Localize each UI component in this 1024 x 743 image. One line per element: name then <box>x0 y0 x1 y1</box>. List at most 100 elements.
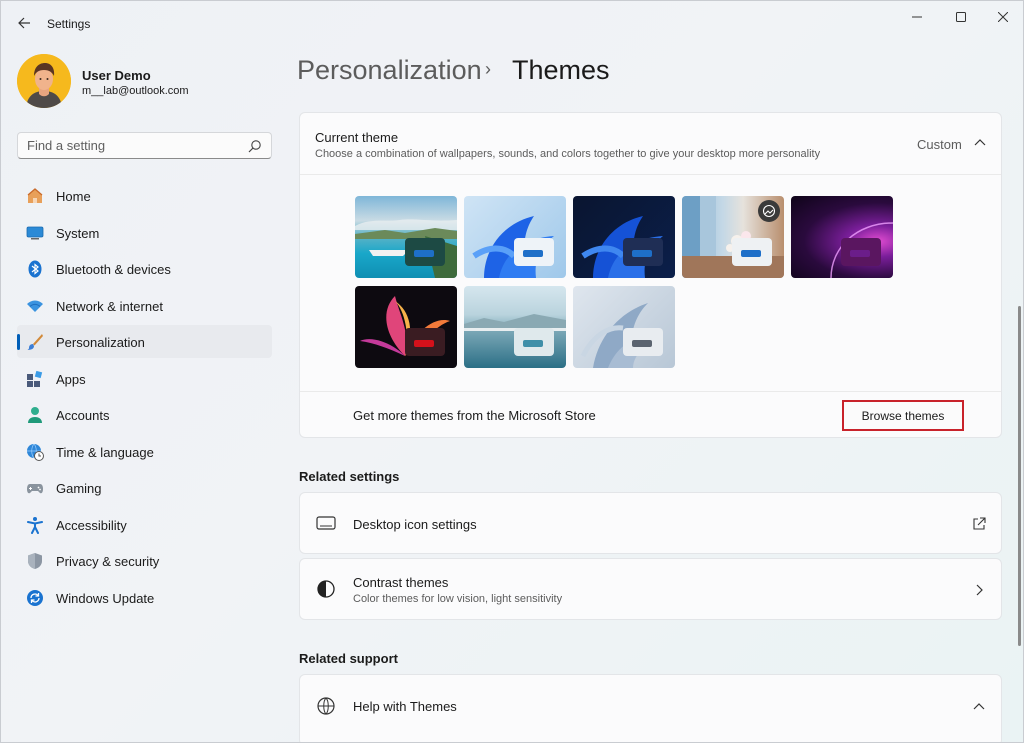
related-support-heading: Related support <box>299 651 398 666</box>
theme-thumbnail-windows-light[interactable] <box>464 196 566 278</box>
sidebar-item-accessibility[interactable]: Accessibility <box>17 508 272 541</box>
sidebar-item-label: Home <box>56 189 91 204</box>
maximize-button[interactable] <box>939 1 983 33</box>
sidebar-item-personalization[interactable]: Personalization <box>17 325 272 358</box>
theme-preview-window <box>514 328 554 356</box>
desktop-icon-settings-row[interactable]: Desktop icon settings <box>299 492 1002 554</box>
sidebar-item-label: Accounts <box>56 408 110 423</box>
theme-thumbnail-windows-dark[interactable] <box>573 196 675 278</box>
sidebar-item-bluetooth[interactable]: Bluetooth & devices <box>17 252 272 285</box>
current-theme-description: Choose a combination of wallpapers, soun… <box>315 148 821 160</box>
title-bar: Settings <box>1 1 1023 47</box>
theme-accent-bar <box>523 340 543 347</box>
theme-preview-window <box>405 328 445 356</box>
close-icon <box>998 12 1008 22</box>
breadcrumb-parent[interactable]: Personalization <box>297 55 482 86</box>
apps-icon <box>26 370 44 388</box>
sidebar-item-label: Gaming <box>56 481 102 496</box>
row-title: Contrast themes <box>353 575 449 590</box>
sidebar-item-label: Personalization <box>56 335 145 350</box>
globe-icon <box>317 697 335 715</box>
back-arrow-icon <box>18 17 30 29</box>
sidebar-item-network[interactable]: Network & internet <box>17 289 272 322</box>
sidebar-item-time-language[interactable]: Time & language <box>17 435 272 468</box>
contrast-icon <box>317 580 335 598</box>
chevron-up-icon[interactable] <box>972 700 986 714</box>
sidebar-item-label: Bluetooth & devices <box>56 262 171 277</box>
settings-window: Settings User Demo m__lab@outlook.com Fi… <box>0 0 1024 743</box>
theme-accent-bar <box>632 250 652 257</box>
breadcrumb-separator: › <box>485 59 491 79</box>
row-title: Help with Themes <box>353 699 457 714</box>
sidebar-item-home[interactable]: Home <box>17 179 272 212</box>
theme-preview-window <box>623 238 663 266</box>
open-external-icon <box>973 517 986 530</box>
chevron-up-icon[interactable] <box>974 137 986 149</box>
maximize-icon <box>956 12 966 22</box>
sidebar-item-gaming[interactable]: Gaming <box>17 471 272 504</box>
sidebar-item-label: Apps <box>56 371 86 387</box>
current-theme-card: Current theme Choose a combination of wa… <box>299 112 1002 438</box>
bluetooth-icon <box>26 260 44 278</box>
theme-accent-bar <box>741 250 761 257</box>
help-with-themes-row[interactable]: Help with Themes <box>299 674 1002 742</box>
scrollbar[interactable] <box>1018 306 1021 646</box>
brush-icon <box>26 333 44 351</box>
user-email: m__lab@outlook.com <box>82 85 189 97</box>
system-icon <box>26 224 44 242</box>
desktop-icon <box>316 516 336 530</box>
current-theme-header[interactable]: Current theme Choose a combination of wa… <box>300 113 1001 175</box>
row-subtitle: Color themes for low vision, light sensi… <box>353 593 563 605</box>
sidebar-item-apps[interactable]: Apps <box>17 362 272 395</box>
chevron-right-icon <box>976 584 983 596</box>
back-button[interactable] <box>13 11 35 35</box>
page-title: Themes <box>512 55 610 85</box>
theme-preview-window <box>732 238 772 266</box>
related-settings-heading: Related settings <box>299 469 400 484</box>
avatar[interactable] <box>17 54 71 108</box>
app-title: Settings <box>47 17 91 31</box>
store-row: Get more themes from the Microsoft Store… <box>300 391 1001 438</box>
sidebar-item-accounts[interactable]: Accounts <box>17 398 272 431</box>
theme-thumbnail-purple-glow[interactable] <box>791 196 893 278</box>
sidebar-item-label: Time & language <box>56 444 154 460</box>
theme-thumbnail-captured-motion[interactable] <box>573 286 675 368</box>
search-input[interactable] <box>18 133 238 158</box>
sidebar-item-privacy-security[interactable]: Privacy & security <box>17 544 272 577</box>
theme-preview-window <box>623 328 663 356</box>
theme-accent-bar <box>414 340 434 347</box>
sidebar-item-label: Windows Update <box>56 590 155 606</box>
clock-globe-icon <box>26 443 44 461</box>
shield-icon <box>26 552 44 570</box>
gamepad-icon <box>26 479 44 497</box>
theme-thumbnail-coastal[interactable] <box>355 196 457 278</box>
close-button[interactable] <box>981 1 1023 33</box>
theme-preview-window <box>405 238 445 266</box>
account-icon <box>26 406 44 424</box>
contrast-themes-row[interactable]: Contrast themes Color themes for low vis… <box>299 558 1002 620</box>
sidebar-nav: Home System Bluetooth & devices Network … <box>17 179 272 617</box>
home-icon <box>26 187 44 205</box>
browse-themes-button[interactable]: Browse themes <box>842 400 964 431</box>
row-title: Desktop icon settings <box>353 517 477 532</box>
sidebar-item-windows-update[interactable]: Windows Update <box>17 581 272 614</box>
sidebar-item-system[interactable]: System <box>17 216 272 249</box>
minimize-button[interactable] <box>895 1 939 33</box>
store-text: Get more themes from the Microsoft Store <box>353 408 596 423</box>
search-icon[interactable] <box>248 139 262 153</box>
current-theme-title: Current theme <box>315 130 399 145</box>
theme-thumbnail-lake[interactable] <box>464 286 566 368</box>
theme-thumbnail-spring-blossom[interactable] <box>682 196 784 278</box>
theme-preview-window <box>514 238 554 266</box>
sidebar-item-label: Accessibility <box>56 517 127 533</box>
theme-thumbnail-glow-flower[interactable] <box>355 286 457 368</box>
theme-accent-bar <box>523 250 543 257</box>
theme-accent-bar <box>414 250 434 257</box>
wifi-icon <box>26 297 44 315</box>
update-icon <box>26 589 44 607</box>
theme-accent-bar <box>632 340 652 347</box>
minimize-icon <box>912 16 922 18</box>
sidebar-item-label: Network & internet <box>56 298 163 314</box>
accessibility-icon <box>26 516 44 534</box>
search-box <box>17 132 272 159</box>
